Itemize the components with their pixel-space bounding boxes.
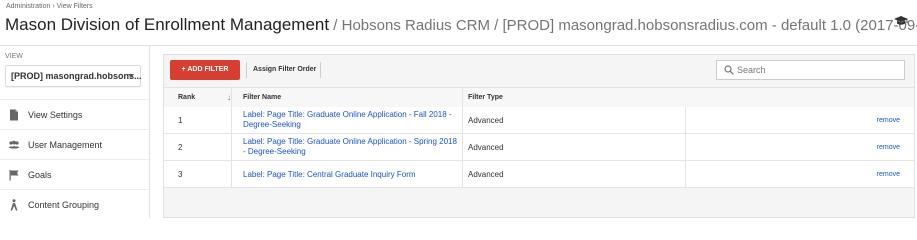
column-divider [685, 107, 686, 188]
search-placeholder: Search [737, 65, 766, 75]
sidebar-item-content-grouping[interactable]: Content Grouping [0, 189, 149, 220]
assign-filter-order-button[interactable]: Assign Filter Order [253, 66, 316, 73]
chevron-down-icon [128, 74, 134, 78]
column-header-filter-type[interactable]: Filter Type [468, 94, 503, 101]
view-selector-value: [PROD] masongrad.hobsons... [11, 71, 142, 81]
breadcrumb-view-filters: View Filters [56, 3, 93, 10]
toolbar-divider [246, 62, 247, 78]
remove-filter-link[interactable]: remove [877, 117, 900, 124]
table-row: 3 Label: Page Title: Central Graduate In… [164, 161, 914, 188]
people-icon [8, 140, 20, 149]
filter-name-link[interactable]: Label: Page Title: Graduate Online Appli… [243, 110, 458, 130]
filter-type: Advanced [468, 116, 504, 125]
breadcrumb: Administration › View Filters [6, 3, 93, 10]
view-label: VIEW [5, 53, 23, 60]
sidebar: VIEW [PROD] masongrad.hobsons... View Se… [0, 46, 150, 218]
filter-type: Advanced [468, 143, 504, 152]
filter-name-link[interactable]: Label: Page Title: Central Graduate Inqu… [243, 170, 458, 180]
toolbar-divider [320, 62, 321, 78]
breadcrumb-administration[interactable]: Administration [6, 3, 50, 10]
filter-type: Advanced [468, 170, 504, 179]
flag-icon [9, 170, 19, 181]
table-row: 1 Label: Page Title: Graduate Online App… [164, 107, 914, 134]
row-rank: 2 [178, 143, 183, 152]
filters-panel: + ADD FILTER Assign Filter Order Search … [163, 54, 915, 218]
column-divider [462, 87, 463, 188]
sidebar-item-label: User Management [28, 140, 103, 150]
remove-filter-link[interactable]: remove [877, 144, 900, 151]
row-rank: 1 [178, 116, 183, 125]
account-name: Mason Division of Enrollment Management [5, 15, 330, 34]
search-icon [724, 65, 734, 75]
sidebar-item-label: View Settings [28, 110, 83, 120]
add-filter-button[interactable]: + ADD FILTER [170, 60, 240, 80]
sidebar-item-label: Goals [28, 170, 52, 180]
row-rank: 3 [178, 170, 183, 179]
column-divider [231, 87, 232, 188]
remove-filter-link[interactable]: remove [877, 171, 900, 178]
sidebar-item-goals[interactable]: Goals [0, 159, 149, 190]
person-walking-icon [10, 199, 18, 211]
sidebar-item-label: Content Grouping [28, 200, 100, 210]
graduation-cap-icon[interactable] [894, 15, 908, 27]
table-row: 2 Label: Page Title: Graduate Online App… [164, 134, 914, 161]
sidebar-item-user-management[interactable]: User Management [0, 129, 149, 160]
column-header-rank[interactable]: Rank [178, 94, 195, 101]
search-input[interactable]: Search [716, 60, 905, 80]
page-title: Mason Division of Enrollment Management … [5, 15, 917, 35]
column-header-filter-name[interactable]: Filter Name [243, 94, 281, 101]
document-icon [10, 109, 18, 121]
filter-name-link[interactable]: Label: Page Title: Graduate Online Appli… [243, 137, 458, 157]
table-header: Rank ↓ Filter Name Filter Type [164, 87, 914, 108]
view-selector[interactable]: [PROD] masongrad.hobsons... [5, 65, 142, 87]
property-view-path: / Hobsons Radius CRM / [PROD] masongrad.… [329, 17, 917, 34]
sidebar-item-view-settings[interactable]: View Settings [0, 99, 149, 130]
page-header: Administration › View Filters Mason Divi… [0, 0, 917, 46]
